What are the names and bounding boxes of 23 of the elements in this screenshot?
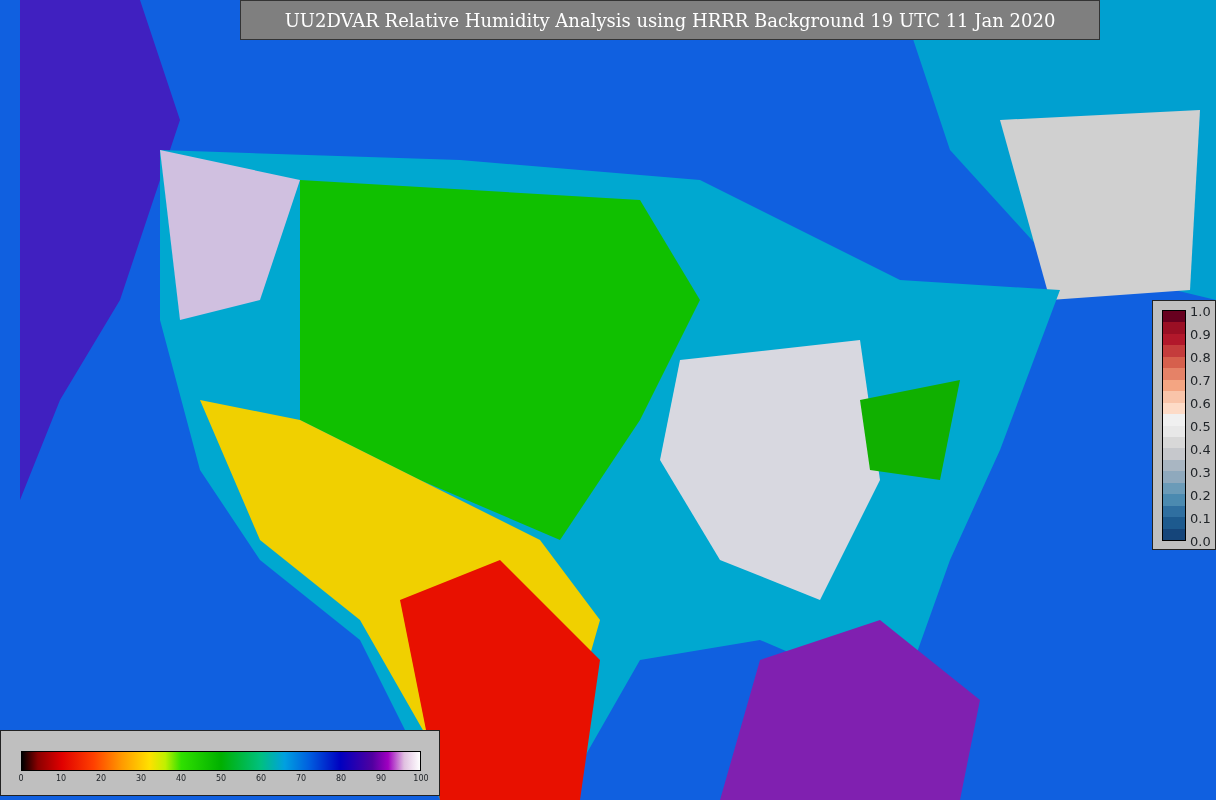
scale-tick-label: 0 <box>18 775 24 783</box>
scale-tick-label: 20 <box>95 775 107 783</box>
scale-tick-label: 0.9 <box>1190 327 1211 341</box>
scale-tick-label: 40 <box>175 775 187 783</box>
scale-tick-label: 10 <box>55 775 67 783</box>
scale-tick-label: 60 <box>255 775 267 783</box>
scale-tick-label: 80 <box>335 775 347 783</box>
scale-tick-label: 0.1 <box>1190 511 1211 525</box>
scale-tick-label: 0.2 <box>1190 488 1211 502</box>
scale-tick-label: 0.5 <box>1190 419 1211 433</box>
map-title: UU2DVAR Relative Humidity Analysis using HRRR Background 19 UTC 11 Jan 2020 <box>240 0 1100 40</box>
scale-tick-label: 100 <box>413 775 429 783</box>
scale-tick-label: 70 <box>295 775 307 783</box>
scale-tick-label: 0.7 <box>1190 373 1211 387</box>
scale-tick-label: 1.0 <box>1190 304 1211 318</box>
scale-tick-label: 0.0 <box>1190 534 1211 548</box>
scale-tick-label: 90 <box>375 775 387 783</box>
scale-tick-label: 0.4 <box>1190 442 1211 456</box>
scale-tick-label: 0.8 <box>1190 350 1211 364</box>
scale-tick-label: 30 <box>135 775 147 783</box>
scale-tick-label: 0.3 <box>1190 465 1211 479</box>
scale-tick-label: 50 <box>215 775 227 783</box>
scale-tick-label: 0.6 <box>1190 396 1211 410</box>
